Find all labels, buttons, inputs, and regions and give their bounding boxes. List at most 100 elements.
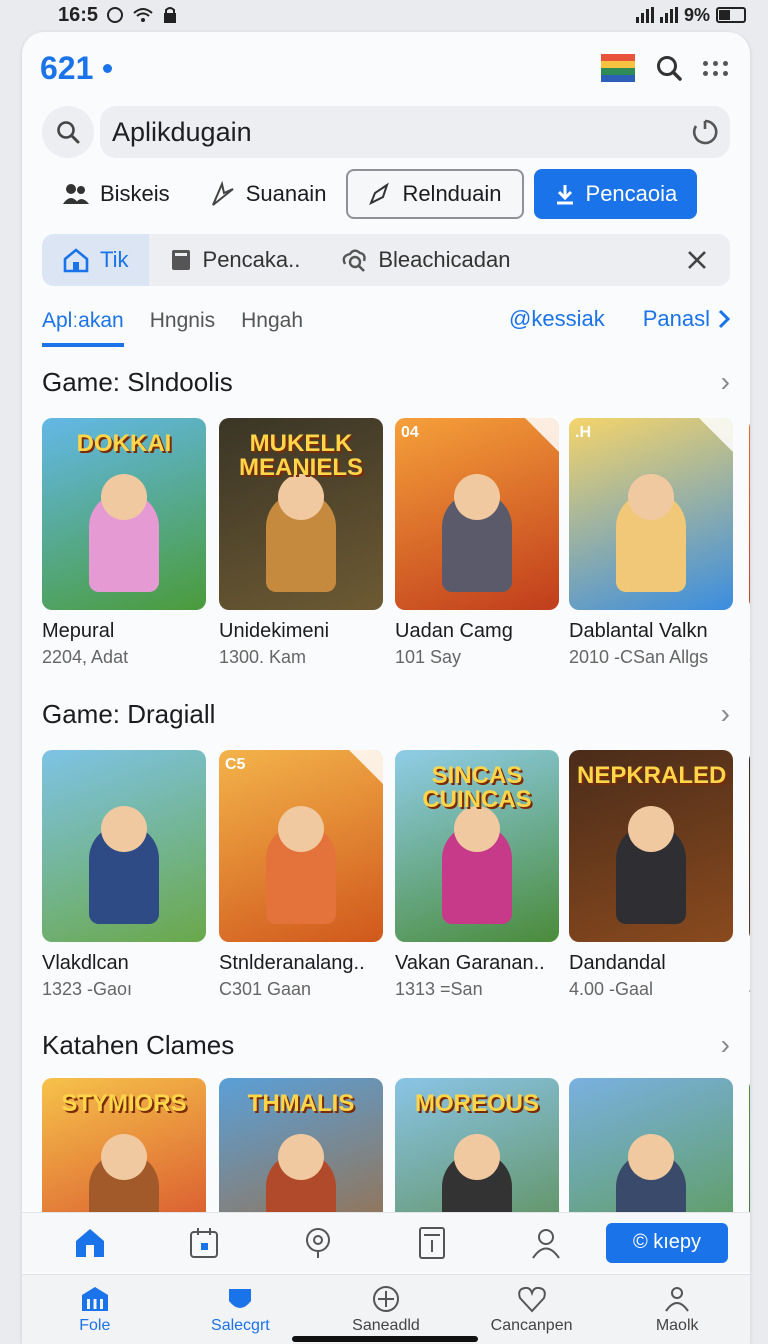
tab-kessiak[interactable]: @kessiak: [509, 306, 605, 332]
game-title: Dandandal: [569, 952, 666, 974]
refresh-icon[interactable]: [690, 117, 720, 147]
game-title: Mepural: [42, 620, 115, 642]
battery-icon: [716, 7, 746, 23]
app-window: 621 Aplikdugain Biskeis Suanain Relnduai…: [22, 32, 750, 1344]
game-title: Uadan Camg: [395, 620, 513, 642]
search-icon[interactable]: [655, 54, 683, 82]
game-meta: 30: [749, 647, 750, 668]
app-title: 621: [40, 49, 94, 86]
game-cover-image: [749, 750, 750, 942]
corner-badge: [349, 750, 383, 784]
game-tile[interactable]: K: 40: [749, 750, 750, 1000]
corner-badge: [525, 418, 559, 452]
section-header-2[interactable]: Game: Dragiall ›: [42, 696, 730, 732]
corner-badge: [699, 418, 733, 452]
download-icon: [556, 185, 573, 205]
app-logo[interactable]: 621: [40, 49, 113, 87]
nav-saneadld[interactable]: Saneadld: [326, 1285, 446, 1335]
character-head: [454, 1134, 500, 1180]
section-title-1: Game: Slndoolis: [42, 366, 233, 397]
nav-saneadld-label: Saneadld: [352, 1316, 420, 1334]
search-input-value: Aplikdugain: [112, 116, 252, 147]
nav-fole[interactable]: Fole: [35, 1285, 155, 1335]
game-tile[interactable]: DOKKAI Mepural 2204, Adat: [42, 418, 206, 668]
section-header-3[interactable]: Katahen Clames ›: [42, 1027, 730, 1063]
search-button[interactable]: [42, 106, 94, 158]
home-icon: [63, 248, 89, 273]
game-tile[interactable]: Vlakdlcan 1323 -Gaoı: [42, 750, 206, 1000]
nav-cancanpen-label: Cancanpen: [490, 1316, 573, 1334]
game-cover-image: .H: [569, 418, 733, 610]
clear-filters-button[interactable]: [686, 249, 730, 271]
relnduain-button[interactable]: Relnduain: [346, 169, 524, 219]
pencaoia-button[interactable]: Pencaoia: [533, 169, 698, 219]
game-meta: 2204, Adat: [42, 647, 129, 667]
pin-icon: [306, 1227, 330, 1258]
language-flag-icon[interactable]: [601, 54, 635, 82]
profile-button[interactable]: [500, 1227, 592, 1259]
game-tag: 04: [401, 424, 419, 441]
keep-button[interactable]: © kıepy: [606, 1222, 728, 1263]
character-head: [278, 1134, 324, 1180]
game-meta: 2010 -CSan Allgs: [569, 647, 709, 667]
more-apps-icon[interactable]: [703, 60, 728, 76]
game-logo-text: STYMIORS: [61, 1090, 187, 1117]
filter-pencaka-label: Pencaka..: [202, 247, 301, 272]
game-logo-text: NEPKRALED: [577, 762, 727, 789]
game-tile[interactable]: C5 Stnlderanalang.. C301 Gaan: [219, 750, 383, 1000]
game-logo-text: MUKELK MEANIELS: [238, 430, 363, 481]
game-cover-image: [42, 750, 206, 942]
game-row-1: DOKKAI Mepural 2204, Adat MUKELK MEANIELS Un…: [42, 418, 750, 678]
game-cover-image: 4: [749, 418, 750, 610]
character-head: [628, 474, 674, 520]
filter-bleach[interactable]: Bleachicadan: [320, 234, 530, 286]
character-head: [628, 1134, 674, 1180]
person-icon: [532, 1228, 560, 1259]
nav-maolk[interactable]: Maolk: [617, 1285, 737, 1335]
home-button[interactable]: [44, 1227, 136, 1259]
game-meta: C301 Gaan: [219, 979, 312, 999]
game-tile[interactable]: MUKELK MEANIELS Unidekimeni 1300. Kam: [219, 418, 383, 668]
game-cover-image: NEPKRALED: [569, 750, 733, 942]
game-title: Dablantal Valkn: [569, 620, 708, 642]
filter-tik[interactable]: Tik: [42, 234, 149, 286]
biskeis-label: Biskeis: [100, 181, 170, 206]
pin-button[interactable]: [272, 1227, 364, 1259]
wifi-icon: [133, 8, 153, 22]
bottom-navigation: Fole Salecgrt Saneadld Cancanpen Maolk: [22, 1274, 750, 1344]
game-logo-text: THMALIS: [247, 1090, 355, 1117]
chevron-right-icon: [718, 309, 730, 329]
top-bar: 621: [22, 32, 750, 104]
tab-hngnis[interactable]: Hngnis: [150, 306, 215, 343]
filter-pencaka[interactable]: Pencaka..: [149, 234, 321, 286]
compass-icon: [372, 1285, 399, 1312]
nav-salecgrt[interactable]: Salecgrt: [180, 1285, 300, 1335]
calendar-button[interactable]: [158, 1227, 250, 1259]
game-cover-image: MUKELK MEANIELS: [219, 418, 383, 610]
nav-cancanpen[interactable]: Cancanpen: [472, 1285, 592, 1335]
game-title: K:: [749, 952, 750, 975]
tab-hngah[interactable]: Hngah: [241, 306, 303, 343]
category-tabs: Aplːakan Hngnis Hngah @kessiak Panasl: [42, 306, 730, 348]
game-row-2: Vlakdlcan 1323 -Gaoı C5 Stnlderanalang.. C30…: [42, 750, 750, 1010]
game-tile[interactable]: 4 Ba 30: [749, 418, 750, 668]
bookmark-icon: [171, 250, 190, 270]
game-logo-text: SINCAS CUINCAS: [422, 762, 532, 813]
search-input[interactable]: Aplikdugain: [100, 106, 730, 158]
game-meta: 1313 =San: [395, 979, 483, 999]
document-button[interactable]: [386, 1226, 478, 1260]
game-tile[interactable]: SINCAS CUINCAS Vakan Garanan.. 1313 =San: [395, 750, 559, 1000]
filter-bar: Tik Pencaka.. Bleachicadan: [42, 234, 730, 286]
character-head: [101, 1134, 147, 1180]
suanain-button[interactable]: Suanain: [190, 169, 347, 219]
game-tile[interactable]: .H Dablantal Valkn 2010 -CSan Allgs: [569, 418, 733, 668]
signal-icon-2: [659, 7, 678, 23]
biskeis-button[interactable]: Biskeis: [42, 169, 190, 219]
game-tile[interactable]: NEPKRALED Dandandal 4.00 -Gaal: [569, 750, 733, 1000]
chevron-right-icon: ›: [720, 366, 730, 397]
game-logo-text: DOKKAI: [76, 430, 172, 457]
tab-aplakan[interactable]: Aplːakan: [42, 306, 124, 347]
game-tile[interactable]: 04 Uadan Camg 101 Say: [395, 418, 559, 668]
tab-panasl[interactable]: Panasl: [643, 306, 730, 332]
section-header-1[interactable]: Game: Slndoolis ›: [42, 364, 730, 400]
